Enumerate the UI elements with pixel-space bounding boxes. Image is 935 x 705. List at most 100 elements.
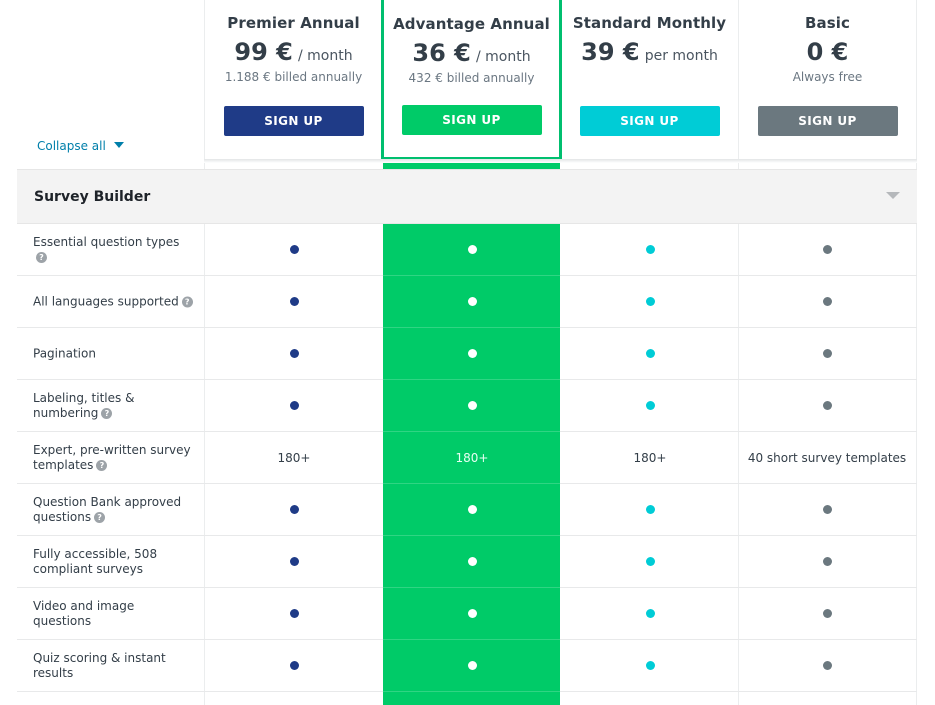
included-dot-icon: [467, 609, 477, 618]
section-title: Survey Builder: [34, 189, 151, 205]
feature-row: Video and image questions: [17, 588, 917, 640]
plan-name: Basic: [804, 14, 851, 32]
feature-label: Video and image questions: [33, 599, 193, 629]
feature-label-text: Pagination: [33, 346, 96, 360]
feature-row: Question Bank approved questions?: [17, 484, 917, 536]
feature-row: All languages supported?: [17, 276, 917, 328]
feature-row: Fully accessible, 508 compliant surveys: [17, 536, 917, 588]
feature-cell-standard: [561, 224, 739, 275]
feature-cell-standard: [561, 484, 739, 535]
feature-cell-basic: [738, 536, 916, 587]
plan-period: / month: [297, 48, 353, 64]
feature-row: Labeling, titles & numbering?: [17, 380, 917, 432]
feature-cell-advantage: [383, 380, 561, 431]
included-dot-icon: [645, 401, 655, 410]
feature-cell-standard: [561, 588, 739, 639]
feature-cell-standard: 180+: [561, 432, 739, 483]
included-dot-icon: [289, 505, 299, 514]
included-dot-icon: [645, 245, 655, 254]
help-icon[interactable]: ?: [101, 407, 113, 419]
feature-cell-basic: [738, 276, 916, 327]
feature-label-text: Question Bank approved questions: [33, 494, 182, 524]
included-dot-icon: [289, 609, 299, 618]
feature-cell-basic: 40 short survey templates: [738, 432, 916, 483]
included-dot-icon: [822, 297, 832, 306]
included-dot-icon: [289, 557, 299, 566]
feature-label: Fully accessible, 508 compliant surveys: [33, 547, 193, 577]
section-header-survey-builder[interactable]: Survey Builder: [17, 169, 917, 224]
included-dot-icon: [289, 401, 299, 410]
help-icon[interactable]: ?: [181, 296, 193, 307]
feature-cell-premier: [205, 276, 383, 327]
header-divider: [204, 159, 917, 163]
signup-button-standard[interactable]: SIGN UP: [579, 106, 720, 136]
feature-row: Quiz scoring & instant results: [17, 640, 917, 692]
feature-cell-premier: [205, 640, 383, 691]
included-dot-icon: [822, 505, 832, 514]
included-dot-icon: [289, 661, 299, 670]
feature-cell-premier: [205, 328, 383, 379]
help-icon[interactable]: ?: [96, 459, 108, 471]
included-dot-icon: [645, 557, 655, 566]
plan-name: Standard Monthly: [572, 14, 727, 32]
feature-label: Expert, pre-written survey templates?: [33, 443, 193, 473]
feature-cell-advantage: [383, 224, 561, 275]
feature-value: 180+: [277, 450, 311, 465]
plan-billing-note: [561, 70, 738, 86]
feature-label: All languages supported?: [33, 294, 193, 309]
feature-cell-standard: [561, 328, 739, 379]
feature-cell-advantage: [383, 328, 561, 379]
plan-header-standard: Standard Monthly 39 € per month SIGN UP: [561, 0, 738, 160]
feature-label: Essential question types?: [33, 235, 193, 265]
feature-cell-basic: [738, 328, 916, 379]
collapse-all-label: Collapse all: [37, 139, 106, 153]
plan-billing-note: 1.188 € billed annually: [224, 70, 363, 84]
help-icon[interactable]: ?: [94, 511, 106, 523]
plan-header-basic: Basic 0 € Always free SIGN UP: [739, 0, 916, 160]
included-dot-icon: [289, 349, 299, 358]
feature-value: 180+: [633, 450, 667, 465]
signup-button-premier[interactable]: SIGN UP: [223, 106, 364, 136]
feature-label-text: Labeling, titles & numbering: [33, 390, 135, 420]
collapse-all-link[interactable]: Collapse all: [37, 139, 124, 153]
included-dot-icon: [467, 245, 477, 254]
feature-label-text: Quiz scoring & instant results: [33, 650, 166, 680]
plan-billing-note: Always free: [792, 70, 863, 84]
feature-cell-advantage: [383, 588, 561, 639]
feature-cell-standard: [561, 276, 739, 327]
caret-down-icon: [113, 142, 124, 148]
feature-cell-advantage: [383, 276, 561, 327]
feature-cell-premier: 180+: [205, 432, 383, 483]
included-dot-icon: [467, 297, 477, 306]
feature-value: 180+: [455, 450, 489, 465]
included-dot-icon: [467, 557, 477, 566]
feature-cell-advantage: [383, 536, 561, 587]
plan-price: 99 €: [234, 38, 293, 66]
signup-button-basic[interactable]: SIGN UP: [757, 106, 898, 136]
feature-cell-premier: [205, 224, 383, 275]
plan-header-advantage: Advantage Annual 36 € / month 432 € bill…: [383, 0, 560, 160]
feature-cell-advantage: [383, 640, 561, 691]
plan-price: 36 €: [412, 39, 471, 67]
feature-label-text: All languages supported: [33, 294, 179, 308]
included-dot-icon: [467, 349, 477, 358]
feature-cell-basic: [738, 640, 916, 691]
help-icon[interactable]: ?: [36, 251, 47, 263]
signup-button-advantage[interactable]: SIGN UP: [401, 105, 542, 135]
feature-label: Quiz scoring & instant results: [33, 651, 193, 681]
plan-price: 39 €: [581, 38, 640, 66]
feature-cell-standard: [561, 380, 739, 431]
feature-cell-basic: [738, 484, 916, 535]
included-dot-icon: [645, 505, 655, 514]
included-dot-icon: [822, 609, 832, 618]
feature-cell-advantage: 180+: [383, 432, 561, 483]
feature-cell-advantage: [383, 484, 561, 535]
included-dot-icon: [822, 557, 832, 566]
plan-price: 0 €: [806, 38, 849, 66]
row-divider: [383, 691, 560, 692]
feature-cell-premier: [205, 484, 383, 535]
feature-cell-basic: [738, 588, 916, 639]
plan-name: Advantage Annual: [393, 15, 550, 33]
feature-value: 40 short survey templates: [747, 450, 907, 465]
chevron-down-icon[interactable]: [886, 192, 900, 199]
